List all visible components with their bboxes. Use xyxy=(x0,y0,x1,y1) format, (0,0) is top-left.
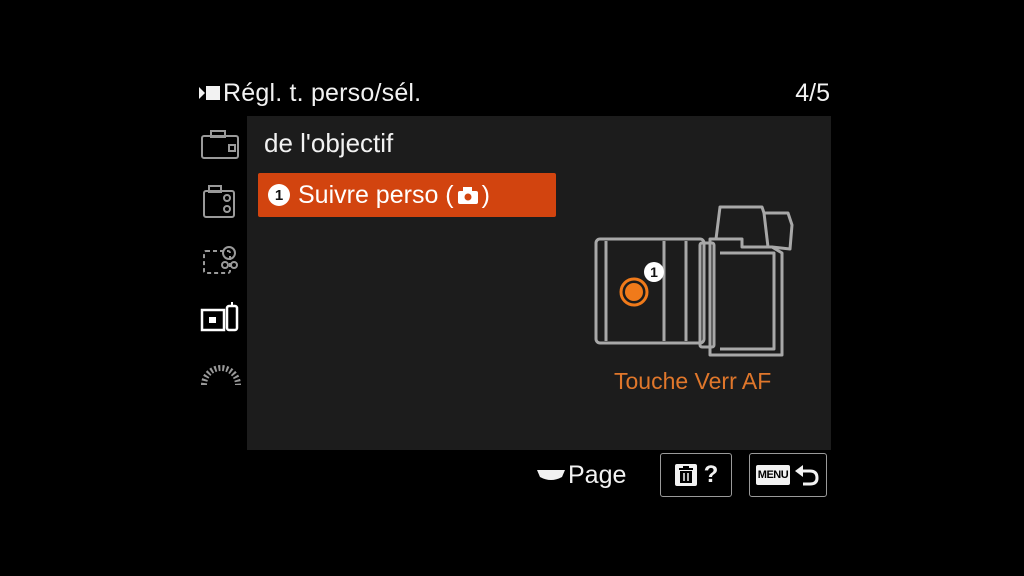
camera-icon xyxy=(457,187,478,204)
menu-label: MENU xyxy=(755,465,791,485)
menu-item-label-prefix: Suivre perso ( xyxy=(298,180,454,209)
custom-operation-icon xyxy=(200,302,239,332)
page-indicator: 4/5 xyxy=(795,79,830,107)
number-badge: 1 xyxy=(268,184,290,206)
setup-icon xyxy=(201,365,241,386)
tab-network[interactable] xyxy=(199,241,243,282)
help-button[interactable]: ? xyxy=(660,453,732,497)
menu-title-row: Régl. t. perso/sél. xyxy=(197,78,421,108)
tab-camera-settings-2[interactable] xyxy=(199,183,243,226)
section-heading: de l'objectif xyxy=(264,128,394,158)
menu-title: Régl. t. perso/sél. xyxy=(223,78,422,107)
tab-custom-operation[interactable] xyxy=(199,300,243,341)
menu-item-suivre-perso[interactable]: 1 Suivre perso ( ) xyxy=(258,173,556,217)
camera-illustration xyxy=(592,203,802,364)
button-function-label: Touche Verr AF xyxy=(614,368,772,394)
camera-settings-icon xyxy=(201,130,239,159)
callout-number: 1 xyxy=(644,262,664,282)
menu-item-label-suffix: ) xyxy=(481,180,490,209)
network-icon xyxy=(203,246,238,274)
back-arrow-icon xyxy=(795,465,819,486)
control-wheel-icon xyxy=(537,470,565,480)
movie-mode-icon xyxy=(199,86,220,100)
callout-badge: 1 xyxy=(644,262,664,282)
help-label: ? xyxy=(703,461,719,488)
page-hint: Page xyxy=(536,458,626,492)
camera-settings-2-icon xyxy=(203,185,235,218)
page-hint-label: Page xyxy=(568,460,627,489)
trash-icon xyxy=(674,464,697,486)
tab-camera-settings[interactable] xyxy=(199,128,243,167)
tab-setup[interactable] xyxy=(199,359,243,394)
menu-back-button[interactable]: MENU xyxy=(749,453,827,497)
